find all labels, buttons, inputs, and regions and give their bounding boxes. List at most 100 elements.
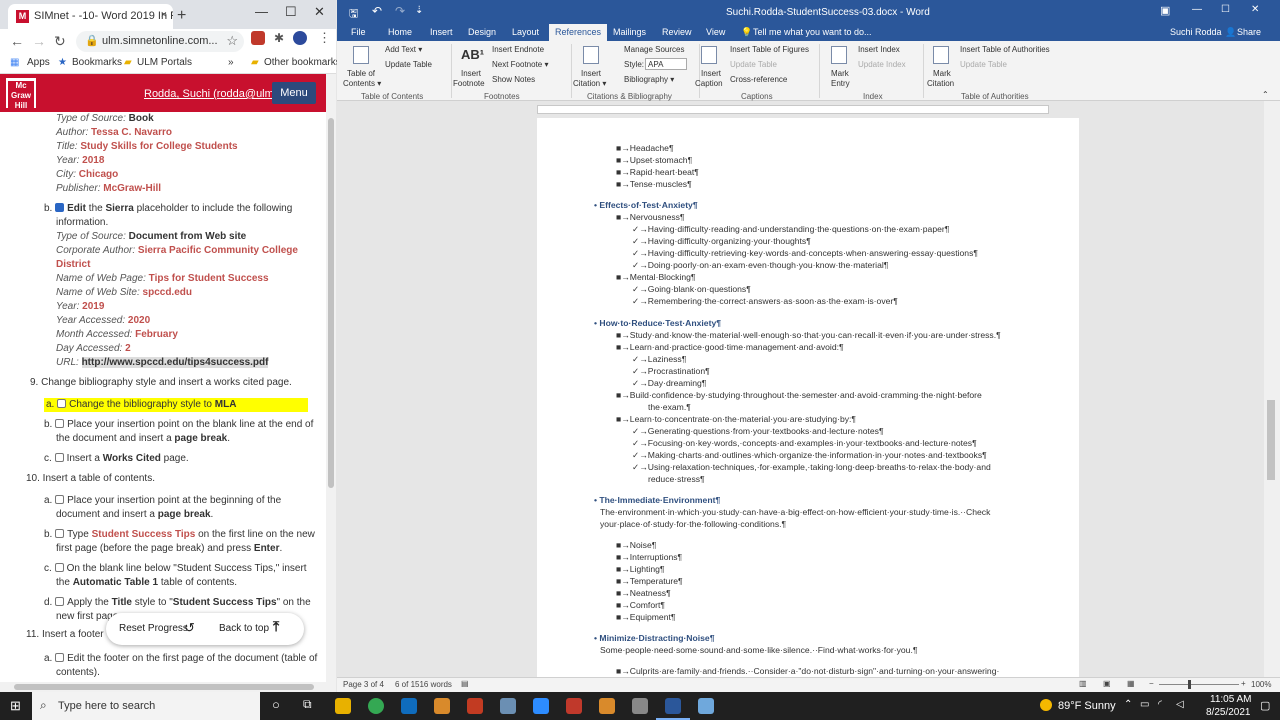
update-table-button[interactable]: Update Table	[385, 60, 432, 69]
tab-review[interactable]: Review	[662, 27, 692, 37]
notifications-icon[interactable]: ▢	[1260, 699, 1270, 712]
bookmark-apps[interactable]: Apps	[27, 57, 50, 68]
insert-table-of-figures-button[interactable]: Insert Table of Figures	[730, 45, 809, 54]
checkbox-step-9a[interactable]	[57, 399, 67, 408]
windows-start-icon[interactable]: ⊞	[10, 698, 21, 714]
user-name[interactable]: Suchi Rodda	[1170, 27, 1222, 37]
horizontal-ruler[interactable]	[537, 105, 1049, 114]
share-button[interactable]: Share	[1237, 27, 1261, 37]
back-icon[interactable]: ←	[10, 33, 24, 49]
read-mode-icon[interactable]: ▥	[1079, 679, 1087, 688]
chrome-menu-icon[interactable]: ⋮	[318, 30, 331, 46]
redo-icon[interactable]: ↷	[395, 4, 405, 18]
profile-avatar[interactable]	[293, 31, 307, 45]
apps-grid-icon[interactable]: ▦	[10, 57, 19, 68]
print-layout-icon[interactable]: ▣	[1103, 679, 1111, 688]
checkbox-step-10c[interactable]	[54, 563, 64, 572]
app-icon[interactable]	[566, 698, 582, 714]
page-indicator[interactable]: Page 3 of 4	[343, 680, 384, 689]
collapse-ribbon-icon[interactable]: ⌃	[1262, 90, 1269, 99]
tab-home[interactable]: Home	[388, 27, 412, 37]
document-scrollbar[interactable]	[1264, 101, 1280, 677]
checkbox-step-b[interactable]	[55, 203, 65, 212]
tab-view[interactable]: View	[706, 27, 725, 37]
extension-icon[interactable]	[251, 31, 265, 45]
ribbon-display-icon[interactable]: ▣	[1160, 4, 1170, 17]
network-icon[interactable]: ▭	[1140, 699, 1149, 710]
bookmarks-overflow[interactable]: »	[228, 57, 234, 68]
app-icon[interactable]	[632, 698, 648, 714]
horizontal-scroll-thumb[interactable]	[14, 684, 314, 690]
show-notes-button[interactable]: Show Notes	[492, 75, 535, 84]
minimize-icon[interactable]: —	[255, 4, 268, 19]
cross-reference-button[interactable]: Cross-reference	[730, 75, 787, 84]
checkbox-step-9b[interactable]	[55, 419, 65, 428]
app-icon[interactable]	[467, 698, 483, 714]
insert-endnote-button[interactable]: Insert Endnote	[492, 45, 544, 54]
new-tab-icon[interactable]: +	[177, 7, 186, 25]
reset-progress-button[interactable]: Reset Progress	[119, 623, 188, 634]
browser-tab[interactable]: M SIMnet - -10- Word 2019 In Pra ×	[8, 4, 173, 29]
clock-time[interactable]: 11:05 AM	[1210, 694, 1252, 705]
close-tab-icon[interactable]: ×	[161, 9, 167, 21]
file-explorer-icon[interactable]	[335, 698, 351, 714]
volume-icon[interactable]: ◁	[1176, 699, 1184, 710]
tab-layout[interactable]: Layout	[512, 27, 539, 37]
url-field[interactable]: 🔒 ulm.simnetonline.com... ☆	[76, 31, 244, 52]
puzzle-icon[interactable]: ✱	[272, 31, 286, 45]
insert-toa-button[interactable]: Insert Table of Authorities	[960, 45, 1050, 54]
chrome-icon[interactable]	[368, 698, 384, 714]
tab-insert[interactable]: Insert	[430, 27, 453, 37]
toc-button[interactable]: Table of	[347, 69, 375, 78]
weather-text[interactable]: 89°F Sunny	[1058, 700, 1116, 712]
tell-me-search[interactable]: Tell me what you want to do...	[753, 27, 872, 37]
tab-design[interactable]: Design	[468, 27, 496, 37]
word-count[interactable]: 6 of 1516 words	[395, 680, 452, 689]
app-icon[interactable]	[500, 698, 516, 714]
update-table-figures-button[interactable]: Update Table	[730, 60, 777, 69]
next-footnote-button[interactable]: Next Footnote ▾	[492, 60, 549, 69]
tab-references[interactable]: References	[549, 24, 608, 41]
panel-scroll-thumb[interactable]	[328, 118, 334, 488]
add-text-button[interactable]: Add Text ▾	[385, 45, 422, 54]
checkbox-step-10d[interactable]	[55, 597, 65, 606]
update-toa-button[interactable]: Update Table	[960, 60, 1007, 69]
close-window-icon[interactable]: ✕	[1251, 4, 1259, 15]
minimize-icon[interactable]: —	[1192, 4, 1202, 15]
task-view-icon[interactable]: ⧉	[303, 697, 312, 712]
zoom-level[interactable]: 100%	[1251, 680, 1271, 689]
insert-citation-button[interactable]: Insert	[581, 69, 601, 78]
checkbox-step-11a[interactable]	[55, 653, 65, 662]
bookmark-bookmarks[interactable]: Bookmarks	[72, 57, 122, 68]
bookmark-ulm-portals[interactable]: ULM Portals	[137, 57, 192, 68]
bibliography-button[interactable]: Bibliography ▾	[624, 75, 674, 84]
bookmark-other[interactable]: Other bookmarks	[264, 57, 341, 68]
tray-overflow-icon[interactable]: ⌃	[1124, 699, 1132, 710]
checkbox-step-9c[interactable]	[54, 453, 64, 462]
document-scroll-thumb[interactable]	[1267, 400, 1275, 480]
save-icon[interactable]: 🖫	[349, 5, 358, 24]
mark-citation-button[interactable]: Mark	[933, 69, 951, 78]
citation-style-select[interactable]: APA	[645, 58, 687, 70]
undo-icon[interactable]: ↶	[372, 4, 382, 18]
document-body[interactable]: ■→Headache¶ ■→Upset·stomach¶ ■→Rapid·hea…	[537, 118, 1079, 678]
zoom-out-icon[interactable]: −	[1149, 679, 1154, 688]
back-to-top-button[interactable]: Back to top	[219, 623, 269, 634]
bookmark-star-icon[interactable]: ☆	[226, 33, 238, 49]
taskbar-search[interactable]: ⌕ Type here to search	[32, 692, 260, 720]
maximize-icon[interactable]: ☐	[285, 4, 297, 20]
zoom-in-icon[interactable]: +	[1241, 679, 1246, 688]
word-app-icon[interactable]	[665, 698, 681, 714]
menu-button[interactable]: Menu	[272, 82, 316, 104]
update-index-button[interactable]: Update Index	[858, 60, 906, 69]
zoom-slider[interactable]	[1159, 684, 1239, 685]
qat-more-icon[interactable]: ⇣	[415, 5, 423, 16]
insert-footnote-button[interactable]: Insert	[461, 69, 481, 78]
outlook-icon[interactable]	[401, 698, 417, 714]
close-window-icon[interactable]: ✕	[314, 4, 325, 20]
checkbox-step-10b[interactable]	[55, 529, 65, 538]
reload-icon[interactable]: ↻	[54, 33, 66, 50]
zoom-slider-thumb[interactable]	[1188, 680, 1191, 689]
clock-date[interactable]: 8/25/2021	[1206, 707, 1251, 718]
proofing-icon[interactable]: ▤	[461, 679, 469, 688]
